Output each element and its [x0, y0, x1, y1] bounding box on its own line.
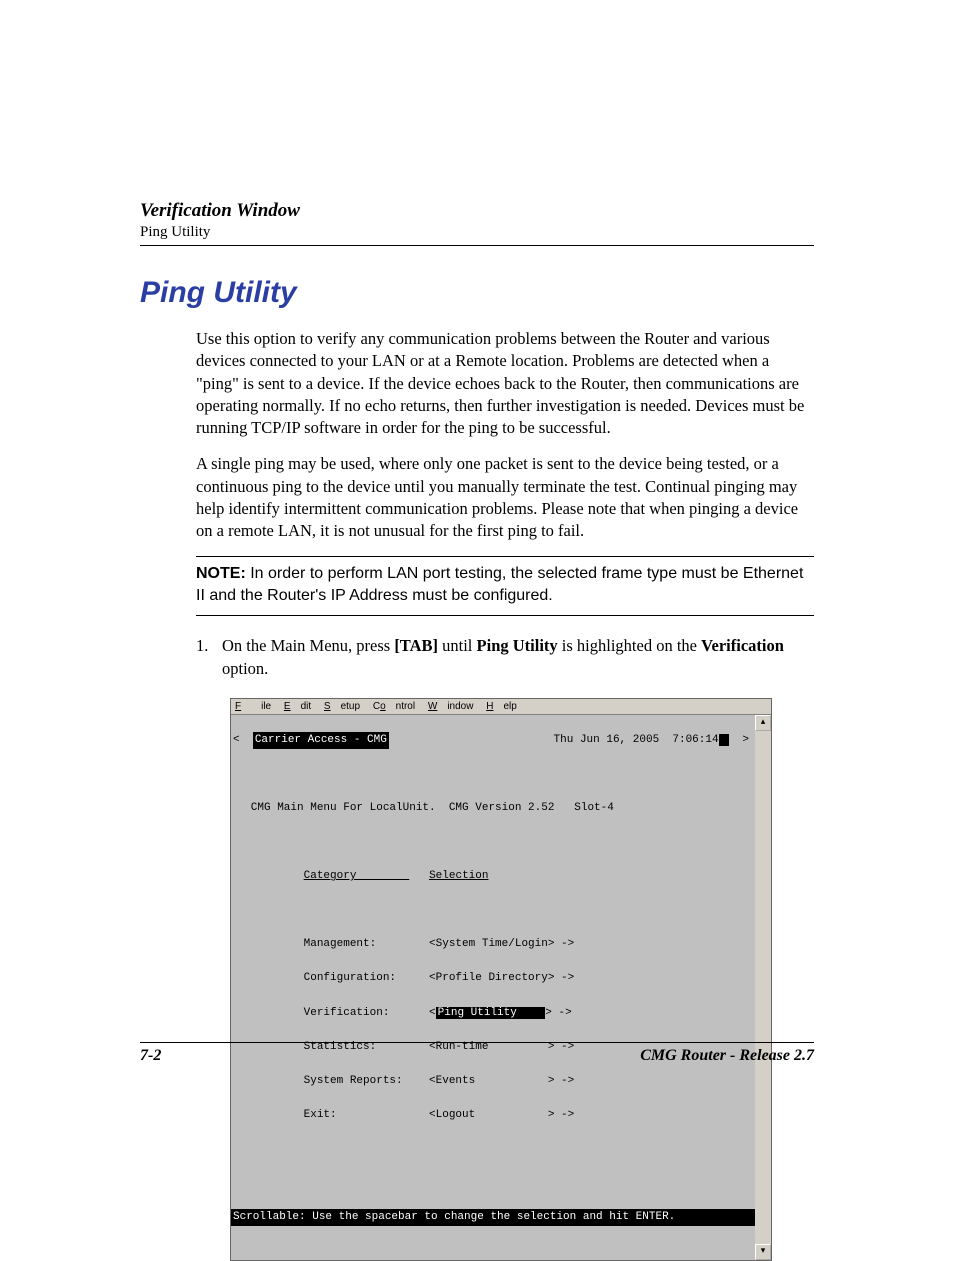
terminal-title: Carrier Access - CMG [253, 732, 389, 749]
terminal-line [231, 988, 755, 1005]
terminal-menubar: File Edit Setup Control Window Help [231, 699, 771, 715]
terminal-headers: Category Selection [231, 868, 755, 885]
terminal-screenshot: File Edit Setup Control Window Help < Ca… [230, 698, 772, 1261]
note-block: NOTE: In order to perform LAN port testi… [196, 556, 814, 615]
step-number: 1. [196, 634, 222, 680]
step-1: 1. On the Main Menu, press [TAB] until P… [196, 634, 814, 680]
note-text: In order to perform LAN port testing, th… [196, 565, 803, 604]
step-body: On the Main Menu, press [TAB] until Ping… [222, 634, 814, 680]
menu-row[interactable]: Management: <System Time/Login> -> [231, 936, 755, 953]
page-header: Verification Window Ping Utility [140, 200, 814, 246]
selected-option: Ping Utility [436, 1007, 546, 1019]
terminal-footer-hint: Scrollable: Use the spacebar to change t… [231, 1209, 755, 1226]
chapter-title: Verification Window [140, 200, 814, 222]
header-rule [140, 245, 814, 246]
terminal-line [231, 1141, 755, 1158]
scroll-up-icon[interactable]: ▴ [755, 715, 771, 731]
menu-help[interactable]: Help [486, 701, 517, 712]
section-title: Ping Utility [140, 224, 814, 241]
col-category: Category [304, 870, 410, 882]
highlight-target: Ping Utility [477, 636, 558, 655]
option-name: Verification [701, 636, 784, 655]
terminal-line [231, 1022, 755, 1039]
menu-control[interactable]: Control [373, 701, 415, 712]
col-selection: Selection [429, 870, 488, 882]
key-tab: [TAB] [394, 636, 438, 655]
terminal-body: < Carrier Access - CMG Thu Jun 16, 2005 7… [231, 715, 755, 1261]
scrollbar[interactable]: ▴ ▾ [755, 715, 771, 1261]
note-label: NOTE: [196, 565, 246, 582]
terminal-line [231, 766, 755, 783]
lt-icon: < [233, 732, 240, 749]
terminal-line [231, 1090, 755, 1107]
menu-file[interactable]: File [235, 701, 271, 712]
terminal-line [231, 902, 755, 919]
menu-header-line: CMG Main Menu For LocalUnit. CMG Version… [231, 800, 755, 817]
menu-setup[interactable]: Setup [324, 701, 360, 712]
doc-title: CMG Router - Release 2.7 [640, 1047, 814, 1065]
terminal-line [231, 834, 755, 851]
menu-edit[interactable]: Edit [284, 701, 311, 712]
terminal-line [231, 1175, 755, 1192]
terminal-datetime: Thu Jun 16, 2005 7:06:14 > [554, 732, 753, 749]
menu-window[interactable]: Window [428, 701, 474, 712]
paragraph-1: Use this option to verify any communicat… [196, 328, 814, 439]
menu-row[interactable]: System Reports: <Events > -> [231, 1073, 755, 1090]
menu-row[interactable]: Exit: <Logout > -> [231, 1107, 755, 1124]
page-number: 7-2 [140, 1047, 161, 1065]
scroll-down-icon[interactable]: ▾ [755, 1244, 771, 1260]
paragraph-2: A single ping may be used, where only on… [196, 453, 814, 542]
menu-row[interactable]: Configuration: <Profile Directory> -> [231, 970, 755, 987]
page-title: Ping Utility [140, 276, 814, 310]
terminal-line [231, 953, 755, 970]
page-footer: 7-2 CMG Router - Release 2.7 [140, 1042, 814, 1065]
menu-row[interactable]: Verification: <Ping Utility > -> [231, 1005, 755, 1022]
